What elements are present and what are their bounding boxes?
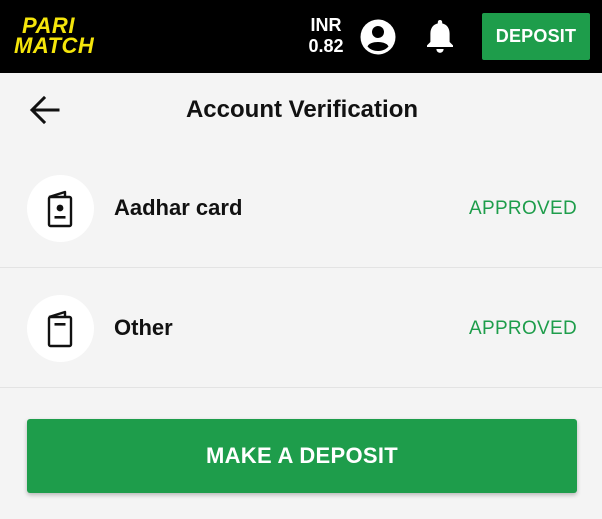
page-title: Account Verification (185, 96, 419, 123)
status-badge: APPROVED (469, 318, 577, 339)
document-icon (47, 310, 73, 348)
account-circle-icon[interactable] (359, 18, 397, 56)
document-row-other[interactable]: Other APPROVED (0, 270, 602, 388)
status-badge: APPROVED (469, 198, 577, 219)
id-card-icon (47, 190, 73, 228)
document-label: Other (114, 315, 173, 340)
document-label: Aadhar card (114, 195, 243, 220)
balance-amount: 0.82 (308, 36, 344, 56)
logo-text-line2: MATCH (14, 33, 95, 58)
make-deposit-button[interactable]: MAKE A DEPOSIT (27, 419, 577, 493)
parimatch-logo[interactable]: PARI MATCH (14, 15, 148, 59)
document-row-aadhar[interactable]: Aadhar card APPROVED (0, 150, 602, 268)
currency-label: INR (310, 15, 342, 35)
document-icon-circle (27, 295, 94, 362)
deposit-button[interactable]: DEPOSIT (482, 13, 590, 60)
top-bar: PARI MATCH INR 0.82 DEPOSIT (0, 0, 602, 73)
bell-icon[interactable] (422, 16, 458, 56)
balance-display[interactable]: INR 0.82 (298, 15, 354, 57)
document-icon-circle (27, 175, 94, 242)
